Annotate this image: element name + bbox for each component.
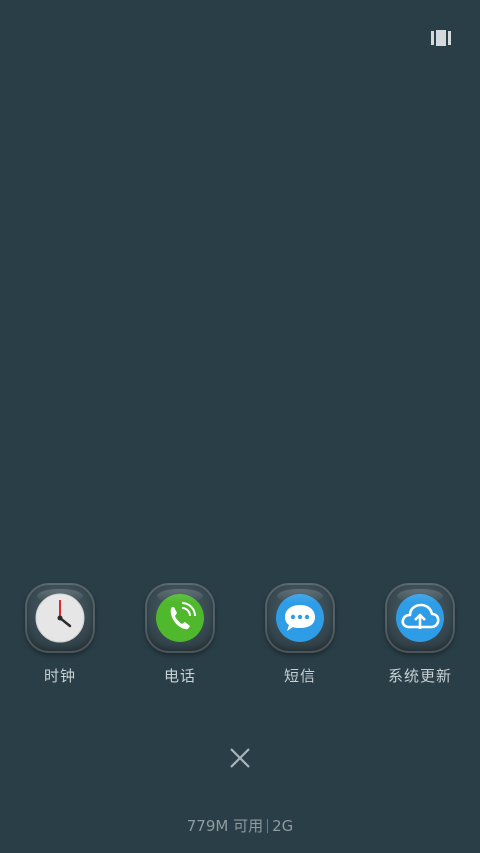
memory-divider [267, 819, 269, 833]
app-label: 时钟 [43, 667, 76, 685]
memory-available: 779M 可用 [186, 817, 264, 835]
memory-status: 779M 可用 2G [0, 815, 480, 836]
memory-total: 2G [272, 817, 294, 835]
app-messages[interactable]: 短信 [240, 583, 360, 686]
icon-frame [265, 583, 335, 653]
phone-icon [156, 594, 204, 642]
app-phone[interactable]: 电话 [120, 583, 240, 686]
app-label: 短信 [283, 667, 316, 685]
recent-apps-dock: 时钟 电话 短信 系统更新 [0, 583, 480, 693]
app-label: 系统更新 [387, 667, 452, 685]
app-clock[interactable]: 时钟 [0, 583, 120, 686]
app-label: 电话 [163, 667, 196, 685]
icon-frame [385, 583, 455, 653]
clock-icon [35, 593, 85, 643]
close-icon[interactable] [228, 746, 252, 770]
icon-frame [25, 583, 95, 653]
icon-frame [145, 583, 215, 653]
app-system-update[interactable]: 系统更新 [360, 583, 480, 686]
cloud-update-icon [396, 594, 444, 642]
recents-view-toggle-icon[interactable] [431, 30, 451, 46]
message-icon [276, 594, 324, 642]
